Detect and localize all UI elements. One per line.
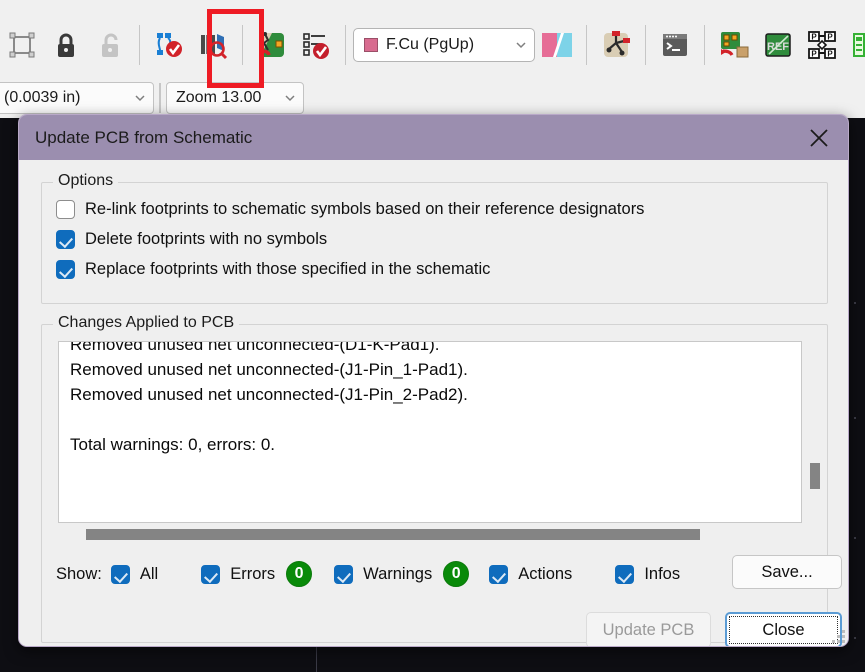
lock-icon [58, 33, 74, 57]
toolbar-area: F.Cu (PgUp) REF P P P P (0.0039 in) Zoom… [0, 0, 865, 118]
pad-properties-icon: P P P P [808, 31, 836, 59]
dialog-titlebar: Update PCB from Schematic [19, 115, 848, 160]
main-toolbar: F.Cu (PgUp) REF P P P P [0, 14, 865, 76]
scrollbar-thumb[interactable] [86, 529, 700, 540]
changes-group-title: Changes Applied to PCB [53, 314, 240, 332]
update-pcb-from-schematic-dialog: Update PCB from Schematic Options Re-lin… [18, 114, 849, 647]
output-horizontal-scrollbar[interactable] [58, 528, 822, 541]
toolbar-separator [139, 25, 140, 65]
dialog-body: Options Re-link footprints to schematic … [19, 160, 848, 646]
options-group-title: Options [53, 172, 119, 190]
checkbox-show-all[interactable] [110, 564, 130, 584]
chevron-down-icon [516, 42, 526, 49]
close-button[interactable]: Close [725, 612, 842, 646]
svg-text:P: P [811, 50, 817, 59]
route-tracks-button[interactable] [594, 20, 638, 70]
chevron-down-icon [135, 95, 145, 102]
route-tracks-icon [604, 31, 630, 57]
checkbox-replace-footprints[interactable]: Replace footprints with those specified … [56, 260, 490, 279]
changes-output-box[interactable]: Removed unused net unconnected-(D1-K-Pad… [58, 341, 802, 523]
toolbar-separator [345, 25, 346, 65]
update-pcb-button-label: Update PCB [602, 620, 695, 639]
update-pcb-button[interactable]: Update PCB [586, 612, 711, 646]
output-line: Removed unused net unconnected-(J1-Pin_2… [70, 385, 468, 404]
checkbox-label: Re-link footprints to schematic symbols … [85, 200, 645, 218]
scrollbar-thumb[interactable] [810, 463, 820, 489]
resize-grip[interactable] [831, 629, 845, 643]
drc-button[interactable] [147, 20, 191, 70]
footprint-properties-button[interactable] [0, 20, 44, 70]
highlight-annotation-box [207, 9, 264, 88]
close-button-label: Close [762, 620, 805, 639]
output-line: Removed unused net unconnected-(J1-Pin_1… [70, 360, 468, 379]
checkbox-show-warnings[interactable] [334, 564, 354, 584]
checkbox-show-actions[interactable] [489, 564, 509, 584]
filter-label-all: All [139, 564, 159, 583]
scripting-console-button[interactable] [653, 20, 697, 70]
update-footprints-from-library-icon [721, 32, 749, 58]
save-button-label: Save... [761, 562, 813, 581]
output-line: Total warnings: 0, errors: 0. [70, 435, 276, 454]
pad-properties-button[interactable]: P P P P [800, 20, 844, 70]
footprint-properties-icon [9, 32, 35, 58]
dialog-title: Update PCB from Schematic [35, 127, 253, 147]
toolbar-separator [586, 25, 587, 65]
svg-text:REF: REF [767, 41, 789, 53]
show-filters-row: Show: All Errors 0 Warnings 0 Actions In… [56, 561, 680, 587]
netlist-button[interactable] [294, 20, 338, 70]
checkbox-show-infos[interactable] [615, 564, 635, 584]
footprint-editor-icon: F B [853, 33, 865, 57]
unlock-button[interactable] [88, 20, 132, 70]
checkbox-box[interactable] [56, 230, 75, 249]
checkbox-delete-footprints[interactable]: Delete footprints with no symbols [56, 230, 327, 249]
select-layer-pair-button[interactable] [535, 20, 579, 70]
close-icon[interactable] [806, 125, 832, 151]
select-layer-pair-icon [542, 33, 572, 57]
scripting-console-icon [663, 34, 687, 56]
design-rules-checker-icon [157, 33, 182, 57]
svg-text:P: P [827, 50, 833, 59]
show-label: Show: [56, 564, 102, 583]
update-footprints-from-library-button[interactable] [712, 20, 756, 70]
toolbar-separator [159, 83, 161, 113]
close-glyph [810, 128, 828, 147]
netlist-icon [303, 33, 329, 59]
filter-label-warnings: Warnings [363, 564, 433, 583]
zoom-selector-value: Zoom 13.00 [176, 89, 262, 106]
warnings-count-badge: 0 [443, 561, 470, 587]
options-group: Options Re-link footprints to schematic … [41, 172, 828, 304]
svg-text:P: P [827, 33, 833, 42]
errors-count-badge: 0 [286, 561, 313, 587]
filter-label-errors: Errors [230, 564, 276, 583]
chevron-down-icon [285, 95, 295, 102]
layer-selector[interactable]: F.Cu (PgUp) [353, 28, 535, 62]
checkbox-label: Delete footprints with no symbols [85, 230, 328, 248]
unlock-icon [102, 33, 118, 57]
grid-selector[interactable]: (0.0039 in) [0, 82, 154, 114]
changes-group: Changes Applied to PCB Removed unused ne… [41, 314, 842, 643]
checkbox-box[interactable] [56, 260, 75, 279]
edit-reference-text-icon: REF [765, 33, 791, 57]
checkbox-label: Replace footprints with those specified … [85, 260, 491, 278]
svg-text:P: P [811, 33, 817, 42]
output-vertical-scrollbar[interactable] [808, 341, 822, 521]
layer-color-swatch [364, 38, 378, 52]
toolbar-separator [704, 25, 705, 65]
checkbox-relink-footprints[interactable]: Re-link footprints to schematic symbols … [56, 200, 644, 219]
checkbox-box[interactable] [56, 200, 75, 219]
save-button[interactable]: Save... [732, 555, 842, 589]
lock-button[interactable] [44, 20, 88, 70]
checkbox-show-errors[interactable] [201, 564, 221, 584]
filter-label-infos: Infos [644, 564, 681, 583]
footprint-editor-button[interactable]: F B [844, 20, 865, 70]
output-line: Removed unused net unconnected-(D1-K-Pad… [70, 341, 440, 354]
layer-selector-value: F.Cu (PgUp) [386, 36, 475, 53]
edit-reference-text-button[interactable]: REF [756, 20, 800, 70]
screen: F.Cu (PgUp) REF P P P P (0.0039 in) Zoom… [0, 0, 865, 672]
toolbar-separator [645, 25, 646, 65]
grid-selector-value: (0.0039 in) [4, 89, 81, 106]
output-line-blank [59, 407, 801, 432]
filter-label-actions: Actions [518, 564, 573, 583]
